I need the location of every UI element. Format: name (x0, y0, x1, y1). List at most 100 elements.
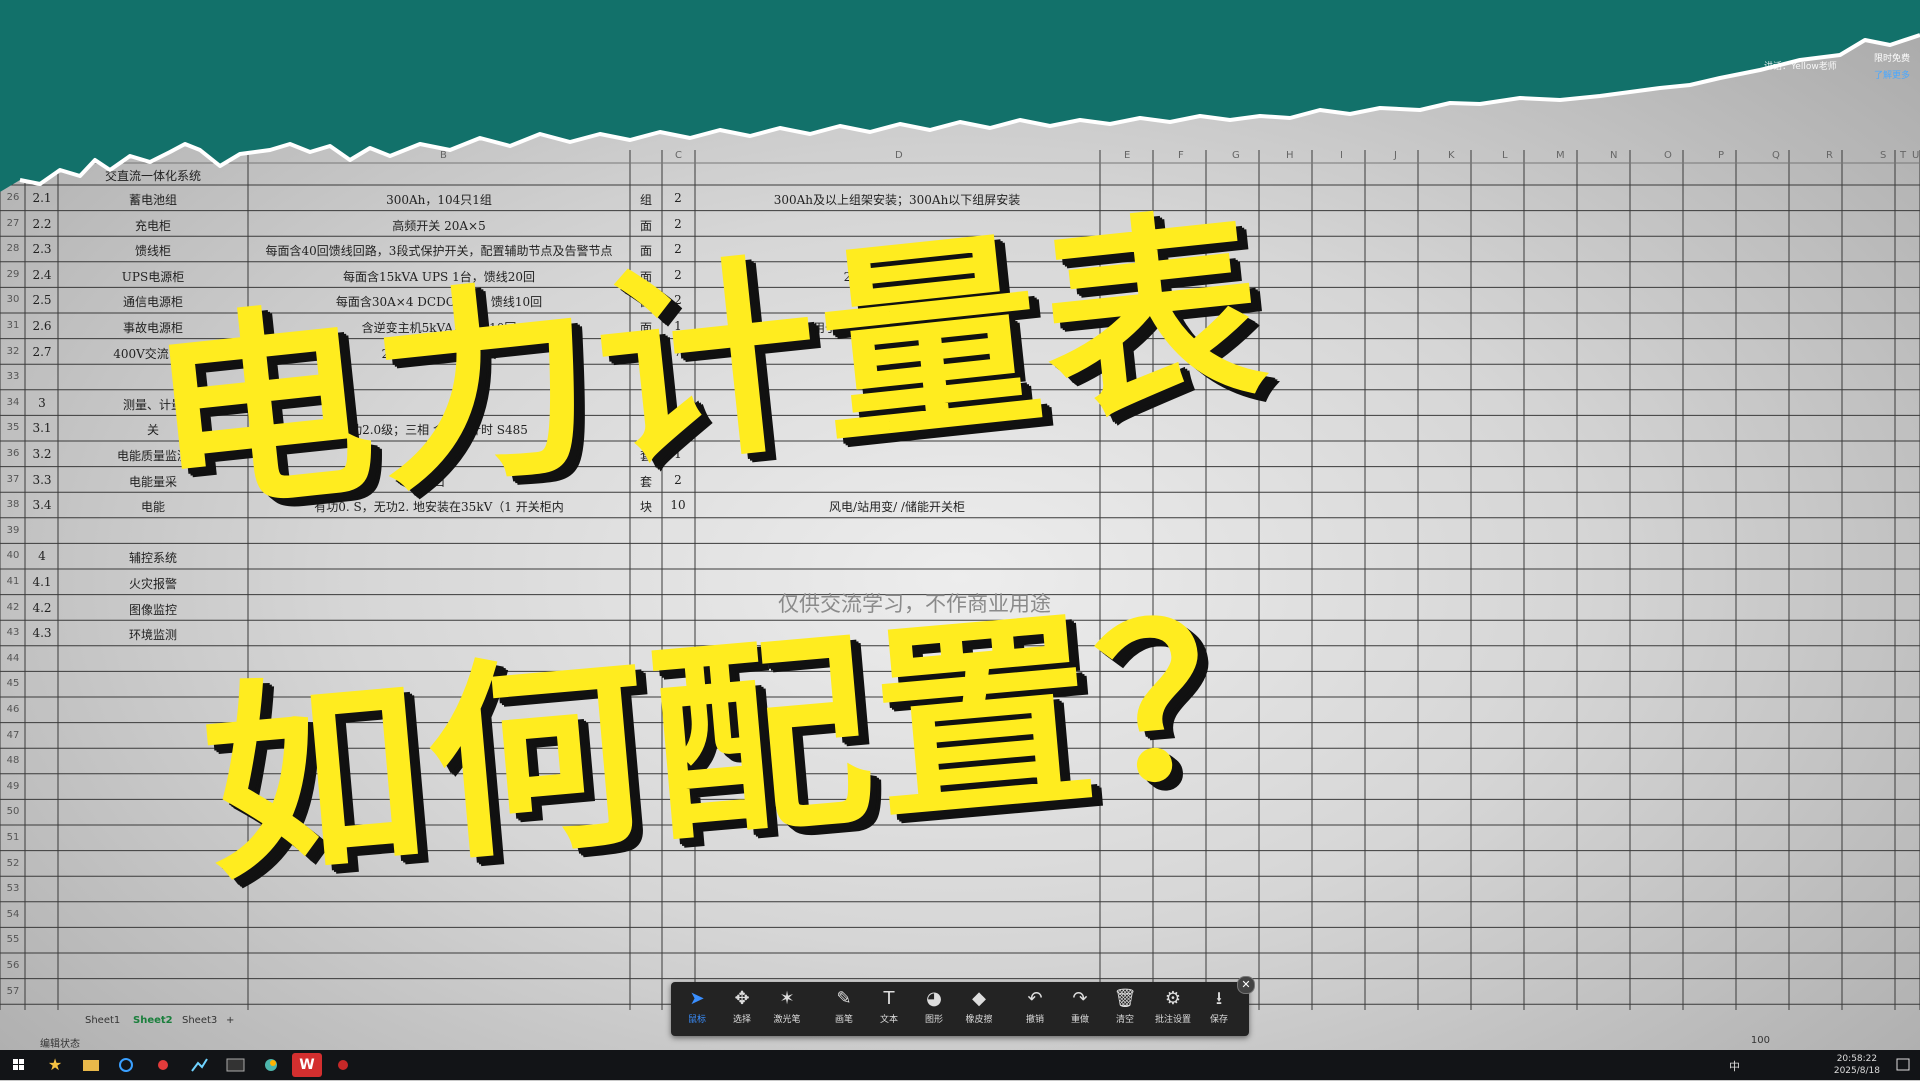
clear-tool[interactable]: 🗑 清空 (1104, 988, 1146, 1032)
cell-name[interactable]: 充电柜 (135, 217, 171, 234)
shape-tool[interactable]: ◕ 图形 (913, 988, 955, 1032)
cell-id[interactable]: 4.1 (32, 575, 51, 589)
row-number[interactable]: 29 (2, 269, 24, 280)
row-number[interactable]: 44 (2, 653, 24, 664)
notification-icon[interactable] (1894, 1056, 1912, 1074)
pen-icon: ✎ (836, 988, 852, 1009)
star-app-icon[interactable]: ★ (40, 1053, 70, 1077)
ime-indicator[interactable]: 中 (1729, 1058, 1740, 1074)
pen-tool[interactable]: ✎ 画笔 (823, 988, 865, 1032)
row-number[interactable]: 52 (2, 858, 24, 869)
row-number[interactable]: 34 (2, 397, 24, 408)
cell-id[interactable]: 2.2 (32, 217, 51, 231)
cell-id[interactable]: 3.4 (32, 498, 51, 512)
promo-line1: 限时免费 (1873, 54, 1910, 64)
cell-name[interactable]: 图像监控 (129, 601, 177, 618)
cell-id[interactable]: 2.6 (32, 319, 51, 333)
select-tool[interactable]: ✥ 选择 (721, 988, 763, 1032)
colorful-app-icon[interactable] (256, 1053, 286, 1077)
row-number[interactable]: 47 (2, 730, 24, 741)
row-number[interactable]: 49 (2, 781, 24, 792)
row-number[interactable]: 57 (2, 986, 24, 997)
cell-id[interactable]: 4 (38, 549, 46, 563)
row-number[interactable]: 46 (2, 704, 24, 715)
row-number[interactable]: 54 (2, 909, 24, 920)
row-number[interactable]: 43 (2, 627, 24, 638)
sheet-tabs: Sheet1 Sheet2 Sheet3 + (0, 1012, 300, 1030)
cell-id[interactable]: 2.4 (32, 268, 51, 282)
cell-id[interactable]: 3.1 (32, 421, 51, 435)
cell-id[interactable]: 3 (38, 396, 46, 410)
cell-id[interactable]: 2.7 (32, 345, 51, 359)
text-tool[interactable]: T 文本 (868, 988, 910, 1032)
sheet-tab[interactable]: Sheet3 (182, 1015, 217, 1026)
pointer-icon: ➤ (689, 988, 705, 1009)
cell-id[interactable]: 4.2 (32, 601, 51, 615)
annotation-toolbar: ✕ ➤ 鼠标 ✥ 选择 ✶ 激光笔 ✎ 画笔 T 文本 ◕ 图形 ◆ 橡皮擦 ↶ 撤销 ↷ 重做 🗑 清空 ⚙ 批注设置 ⭳… (671, 976, 1255, 1036)
row-number[interactable]: 53 (2, 883, 24, 894)
row-number[interactable]: 30 (2, 294, 24, 305)
row-number[interactable]: 28 (2, 243, 24, 254)
clear-icon: 🗑 (1113, 988, 1137, 1009)
cell-id[interactable]: 2.3 (32, 242, 51, 256)
row-number[interactable]: 38 (2, 499, 24, 510)
chart-app-icon[interactable] (184, 1053, 214, 1077)
pointer-tool[interactable]: ➤ 鼠标 (676, 988, 718, 1032)
tool-label: 橡皮擦 (965, 1015, 993, 1025)
undo-icon: ↶ (1027, 988, 1043, 1009)
row-number[interactable]: 39 (2, 525, 24, 536)
promo-line2: 讲话：Yellow老师 (1764, 62, 1837, 72)
wps-icon[interactable]: W (292, 1053, 322, 1077)
record-app-icon[interactable] (148, 1053, 178, 1077)
row-number[interactable]: 56 (2, 960, 24, 971)
clock-time: 20:58:22 (1836, 1054, 1878, 1064)
row-number[interactable]: 40 (2, 550, 24, 561)
cell-note[interactable]: 风电/站用变/ /储能开关柜 (829, 498, 965, 515)
tool-label: 撤销 (1025, 1015, 1044, 1025)
folder-icon[interactable] (76, 1053, 106, 1077)
laser-tool[interactable]: ✶ 激光笔 (766, 988, 808, 1032)
red-app-icon[interactable] (328, 1053, 358, 1077)
row-number[interactable]: 37 (2, 474, 24, 485)
redo-icon: ↷ (1072, 988, 1088, 1009)
promo-badge[interactable]: 限时免费 讲话：Yellow老师 了解更多 (1764, 46, 1914, 86)
sheet-tab[interactable]: Sheet2 (133, 1015, 173, 1026)
cell-id[interactable]: 4.3 (32, 626, 51, 640)
row-number[interactable]: 36 (2, 448, 24, 459)
clock-date: 2025/8/18 (1833, 1066, 1880, 1076)
row-number[interactable]: 50 (2, 806, 24, 817)
row-number[interactable]: 42 (2, 602, 24, 613)
row-number[interactable]: 27 (2, 218, 24, 229)
row-number[interactable]: 48 (2, 755, 24, 766)
add-sheet-button[interactable]: + (226, 1015, 234, 1026)
row-number[interactable]: 33 (2, 371, 24, 382)
laser-icon: ✶ (779, 988, 795, 1009)
cell-id[interactable]: 3.3 (32, 473, 51, 487)
terminal-icon[interactable] (220, 1053, 250, 1077)
sheet-tab[interactable]: Sheet1 (85, 1015, 120, 1026)
start-icon[interactable] (4, 1053, 34, 1077)
cell-name[interactable]: 环境监测 (129, 626, 177, 643)
cell-id[interactable]: 2.5 (32, 293, 51, 307)
row-number[interactable]: 45 (2, 678, 24, 689)
undo-tool[interactable]: ↶ 撤销 (1014, 988, 1056, 1032)
row-number[interactable]: 55 (2, 934, 24, 945)
annotation-settings-tool[interactable]: ⚙ 批注设置 (1152, 988, 1194, 1032)
row-number[interactable]: 51 (2, 832, 24, 843)
row-number[interactable]: 31 (2, 320, 24, 331)
tool-label: 重做 (1070, 1015, 1089, 1025)
redo-tool[interactable]: ↷ 重做 (1059, 988, 1101, 1032)
cell-name[interactable]: 火灾报警 (129, 575, 177, 592)
row-number[interactable]: 41 (2, 576, 24, 587)
save-tool[interactable]: ⭳ 保存 (1198, 988, 1240, 1032)
row-number[interactable]: 32 (2, 346, 24, 357)
promo-link[interactable]: 了解更多 (1874, 68, 1910, 81)
zoom-level[interactable]: 100 (1751, 1035, 1770, 1046)
eraser-tool[interactable]: ◆ 橡皮擦 (958, 988, 1000, 1032)
select-icon: ✥ (734, 988, 750, 1009)
search-app-icon[interactable] (112, 1053, 142, 1077)
cell-id[interactable]: 3.2 (32, 447, 51, 461)
system-clock[interactable]: 20:58:22 2025/8/18 (1834, 1053, 1880, 1077)
taskbar: ★ W 中 20:58:22 2025/8/18 (0, 1050, 1920, 1080)
row-number[interactable]: 35 (2, 422, 24, 433)
